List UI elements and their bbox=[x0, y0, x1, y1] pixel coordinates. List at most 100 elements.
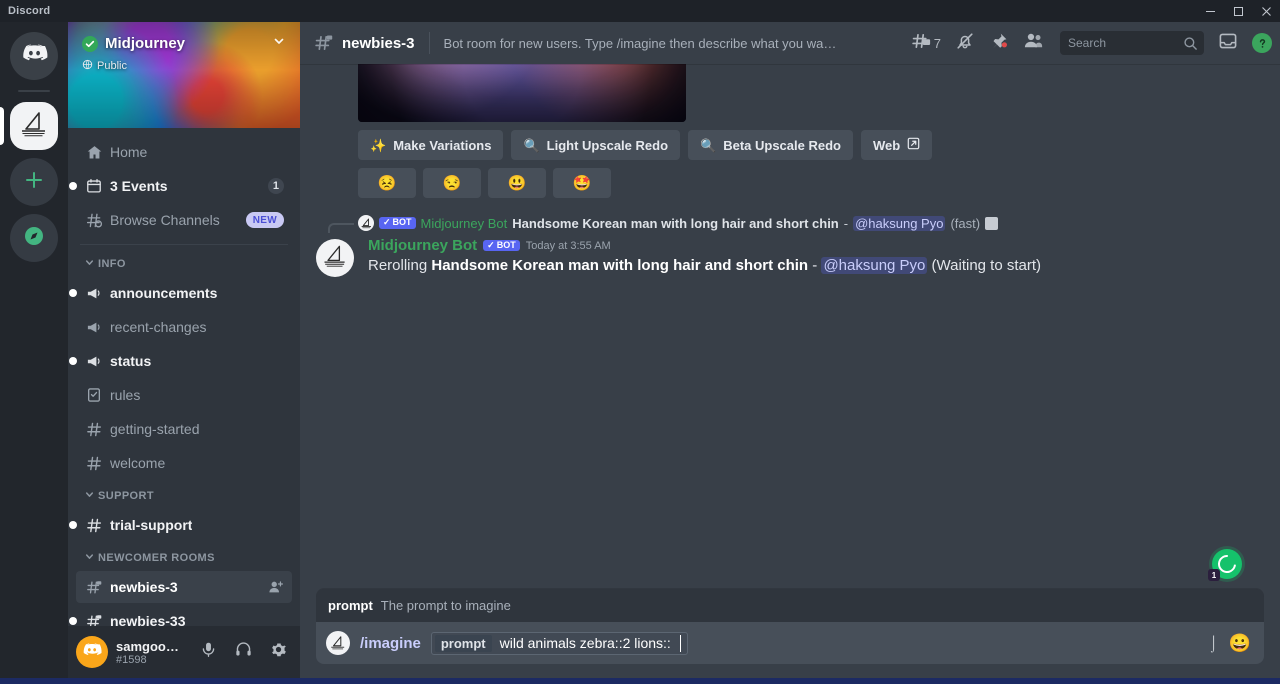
avatar[interactable] bbox=[316, 239, 354, 277]
prompt-field-name: prompt bbox=[434, 634, 492, 652]
message[interactable]: Midjourney Bot ✓ BOT Today at 3:55 AM Rer… bbox=[300, 235, 1280, 281]
suggestion-description: The prompt to imagine bbox=[380, 598, 511, 613]
server-rail bbox=[0, 22, 68, 678]
search-placeholder: Search bbox=[1068, 36, 1107, 50]
events-badge: 1 bbox=[267, 178, 284, 194]
explore-servers-button[interactable] bbox=[10, 214, 58, 262]
sidebar-item-status[interactable]: status bbox=[69, 345, 292, 377]
direct-messages-button[interactable] bbox=[10, 32, 58, 80]
reply-mention[interactable]: @haksung Pyo bbox=[853, 215, 946, 231]
discord-window: Discord Midjourney Public Home 3 Events … bbox=[0, 0, 1280, 684]
message-mention[interactable]: @haksung Pyo bbox=[821, 257, 928, 274]
unamused-emoji[interactable]: 😒 bbox=[423, 168, 481, 198]
channel-sidebar: Midjourney Public Home 3 Events 1 Browse… bbox=[68, 22, 300, 678]
magnifier-icon: 🔍 bbox=[523, 137, 540, 153]
category-support[interactable]: SUPPORT bbox=[76, 483, 292, 509]
unread-indicator bbox=[69, 617, 77, 625]
sidebar-item-recent-changes[interactable]: recent-changes bbox=[76, 311, 292, 343]
prompt-field-chip[interactable]: prompt wild animals zebra::2 lions:: bbox=[430, 631, 688, 655]
bot-label: BOT bbox=[392, 217, 412, 228]
sidebar-item-trial-support[interactable]: trial-support bbox=[69, 509, 292, 541]
calendar-icon bbox=[84, 178, 104, 194]
close-button[interactable] bbox=[1252, 0, 1280, 22]
sidebar-item-getting-started[interactable]: getting-started bbox=[76, 413, 292, 445]
server-banner[interactable]: Midjourney Public bbox=[68, 22, 300, 128]
emoji-picker-icon[interactable]: 😀 bbox=[1228, 631, 1252, 655]
mute-microphone-button[interactable] bbox=[195, 637, 222, 667]
user-discriminator-label: #1598 bbox=[116, 653, 147, 666]
sidebar-item-events[interactable]: 3 Events 1 bbox=[69, 170, 292, 202]
reaction-emoji: 😃 bbox=[507, 175, 527, 192]
sidebar-item-browse-channels[interactable]: Browse Channels NEW bbox=[76, 204, 292, 236]
server-header[interactable]: Midjourney Public bbox=[68, 22, 300, 73]
reply-prompt: Handsome Korean man with long hair and s… bbox=[512, 215, 839, 231]
grinning-emoji[interactable]: 😃 bbox=[488, 168, 546, 198]
sidebar-item-newbies-33[interactable]: newbies-33 bbox=[69, 605, 292, 626]
message-input[interactable]: /imagine prompt wild animals zebra::2 li… bbox=[316, 622, 1264, 664]
message-list[interactable]: ✨ Make Variations 🔍 Light Upscale Redo 🔍… bbox=[300, 64, 1280, 589]
threads-button[interactable]: 7 bbox=[911, 31, 941, 56]
microphone-icon bbox=[200, 641, 217, 663]
command-suggestion[interactable]: prompt The prompt to imagine bbox=[316, 589, 1264, 622]
sidebar-item-home[interactable]: Home bbox=[76, 136, 292, 168]
search-input[interactable]: Search bbox=[1060, 31, 1204, 55]
pinned-messages-button[interactable] bbox=[989, 31, 1009, 56]
gear-icon bbox=[270, 641, 287, 663]
message-attachment-image[interactable] bbox=[358, 64, 686, 122]
verified-check-glyph: ✓ bbox=[487, 239, 495, 250]
sidebar-item-label: welcome bbox=[110, 455, 166, 471]
minimize-button[interactable] bbox=[1196, 0, 1224, 22]
reaction-emoji: 😣 bbox=[377, 175, 397, 192]
create-invite-icon[interactable] bbox=[268, 579, 284, 595]
star-struck-emoji[interactable]: 🤩 bbox=[553, 168, 611, 198]
header-divider bbox=[428, 32, 430, 54]
server-name: Midjourney bbox=[105, 35, 186, 52]
avatar[interactable] bbox=[76, 636, 108, 668]
magnifier-icon: 🔍 bbox=[700, 137, 717, 153]
image-attachment-icon bbox=[985, 216, 999, 230]
main-content: newbies-3 Bot room for new users. Type /… bbox=[300, 22, 1280, 678]
reply-reference[interactable]: ✓ BOT Midjourney Bot Handsome Korean man … bbox=[300, 212, 1280, 234]
message-body: Midjourney Bot ✓ BOT Today at 3:55 AM Rer… bbox=[368, 237, 1264, 276]
notification-settings-button[interactable] bbox=[955, 31, 975, 56]
sidebar-item-welcome[interactable]: welcome bbox=[76, 447, 292, 479]
user-info[interactable]: samgoodw... #1598 bbox=[116, 639, 187, 666]
beta-upscale-redo-button[interactable]: 🔍 Beta Upscale Redo bbox=[688, 130, 853, 160]
sidebar-item-newbies-3[interactable]: newbies-3 bbox=[76, 571, 292, 603]
member-list-button[interactable] bbox=[1023, 30, 1044, 56]
composer-spacer bbox=[698, 633, 1199, 653]
plus-icon bbox=[24, 170, 44, 195]
add-server-button[interactable] bbox=[10, 158, 58, 206]
category-newcomer-rooms[interactable]: NEWCOMER ROOMS bbox=[76, 545, 292, 571]
grammarly-icon[interactable]: 1 bbox=[1208, 549, 1242, 581]
message-prompt: Handsome Korean man with long hair and s… bbox=[431, 257, 809, 274]
web-button[interactable]: Web bbox=[860, 130, 933, 160]
os-taskbar bbox=[0, 678, 1280, 684]
help-icon[interactable] bbox=[1252, 33, 1272, 53]
sidebar-item-announcements[interactable]: announcements bbox=[69, 277, 292, 309]
sidebar-item-rules[interactable]: rules bbox=[76, 379, 292, 411]
persevere-emoji[interactable]: 😣 bbox=[358, 168, 416, 198]
channel-list: Home 3 Events 1 Browse Channels NEW INFO… bbox=[68, 128, 300, 626]
user-settings-button[interactable] bbox=[265, 637, 292, 667]
threads-icon bbox=[911, 31, 931, 56]
button-label: Beta Upscale Redo bbox=[723, 137, 841, 153]
server-icon-midjourney[interactable] bbox=[10, 102, 58, 150]
prompt-field-value[interactable]: wild animals zebra::2 lions:: bbox=[500, 635, 671, 651]
chevron-down-icon[interactable] bbox=[272, 34, 286, 53]
message-author[interactable]: Midjourney Bot bbox=[368, 237, 477, 254]
sidebar-item-label: status bbox=[110, 353, 152, 369]
sidebar-item-label: newbies-33 bbox=[110, 613, 186, 626]
light-upscale-redo-button[interactable]: 🔍 Light Upscale Redo bbox=[511, 130, 681, 160]
message-timestamp: Today at 3:55 AM bbox=[525, 239, 611, 252]
category-info[interactable]: INFO bbox=[76, 251, 292, 277]
inbox-button[interactable] bbox=[1218, 31, 1238, 56]
midjourney-sailboat-icon bbox=[18, 108, 50, 145]
members-icon bbox=[1023, 30, 1044, 56]
maximize-button[interactable] bbox=[1224, 0, 1252, 22]
deafen-button[interactable] bbox=[230, 637, 257, 667]
channel-topic[interactable]: Bot room for new users. Type /imagine th… bbox=[444, 36, 844, 51]
make-variations-button[interactable]: ✨ Make Variations bbox=[358, 130, 504, 160]
new-badge: NEW bbox=[245, 212, 284, 228]
reaction-emoji: 🤩 bbox=[572, 175, 592, 192]
